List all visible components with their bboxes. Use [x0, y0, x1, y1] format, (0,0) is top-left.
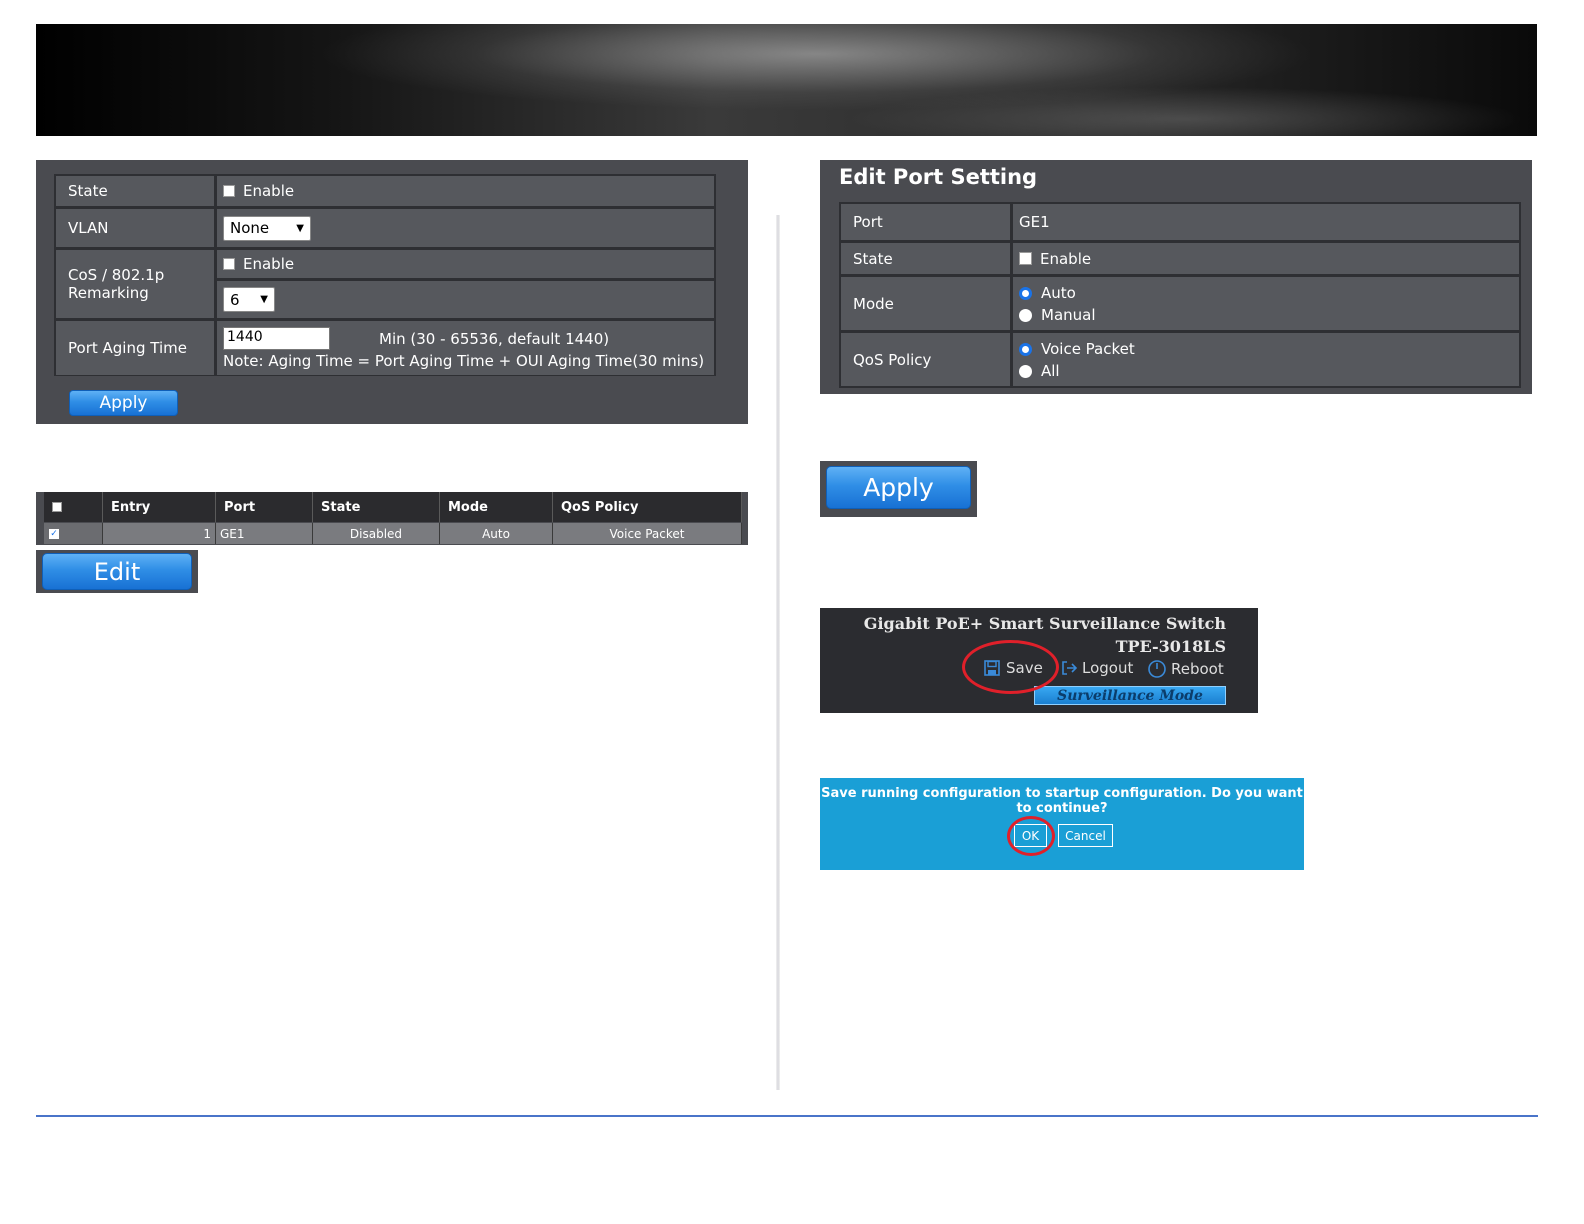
logout-icon [1062, 661, 1078, 675]
row-checkbox[interactable]: ✓ [49, 528, 59, 539]
footer-rule [36, 1115, 1538, 1117]
select-all-checkbox[interactable] [52, 502, 62, 512]
table-cell-qos: Voice Packet [553, 523, 742, 544]
confirm-message: Save running configuration to startup co… [820, 786, 1304, 816]
cos-label: CoS / 802.1p Remarking [55, 249, 215, 319]
state-label-2: State [840, 242, 1011, 275]
port-aging-note: Note: Aging Time = Port Aging Time + OUI… [223, 352, 705, 370]
state-enable-label-2: Enable [1040, 249, 1092, 268]
port-aging-range: Min (30 - 65536, default 1440) [379, 330, 610, 348]
vlan-select[interactable]: None ▼ [223, 215, 311, 241]
surveillance-mode-badge[interactable]: Surveillance Mode [1034, 686, 1226, 705]
table-cell-entry: 1 [103, 523, 216, 544]
ok-highlight-ring [1007, 816, 1055, 856]
vlan-field: None ▼ [216, 208, 715, 248]
cos-enable-checkbox[interactable] [223, 258, 235, 270]
port-list-table: Entry Port State Mode QoS Policy ✓ 1 GE1… [36, 492, 748, 545]
column-divider [776, 215, 780, 1090]
switch-header-snippet: Gigabit PoE+ Smart Surveillance Switch T… [820, 608, 1258, 713]
cancel-button[interactable]: Cancel [1058, 824, 1113, 847]
qos-policy-field: Voice Packet All [1012, 332, 1520, 387]
col-mode: Mode [440, 492, 553, 522]
mode-manual-option[interactable]: Manual [1019, 306, 1096, 324]
qos-voice-radio[interactable] [1019, 342, 1032, 356]
cos-value-field: 6 ▼ [216, 280, 715, 319]
qos-all-radio[interactable] [1019, 364, 1032, 378]
col-qos-policy: QoS Policy [553, 492, 742, 522]
logout-link[interactable]: Logout [1060, 659, 1133, 677]
state-enable-checkbox-2[interactable] [1019, 252, 1032, 265]
state-label: State [55, 175, 215, 207]
port-aging-input[interactable]: 1440 [223, 327, 330, 350]
edit-port-setting-panel: Edit Port Setting Port GE1 State Enable … [820, 160, 1532, 394]
reboot-link[interactable]: Reboot [1147, 659, 1224, 679]
row-select-cell: ✓ [44, 523, 103, 544]
select-all-header [44, 492, 103, 522]
port-aging-label: Port Aging Time [55, 320, 215, 376]
mode-auto-radio[interactable] [1019, 286, 1032, 300]
state-enable-checkbox[interactable] [223, 185, 235, 197]
cos-enable-label: Enable [243, 255, 295, 273]
cos-select[interactable]: 6 ▼ [223, 287, 275, 312]
table-cell-port: GE1 [216, 523, 313, 544]
cos-enable-field: Enable [216, 249, 715, 279]
mode-auto-option[interactable]: Auto [1019, 284, 1076, 302]
mode-manual-radio[interactable] [1019, 308, 1032, 322]
edit-button-frame: Edit [36, 550, 198, 593]
panel-title: Edit Port Setting [839, 165, 1038, 189]
model-name: TPE-3018LS [1115, 637, 1226, 656]
save-confirm-dialog: Save running configuration to startup co… [820, 778, 1304, 870]
state-enable-label: Enable [243, 182, 295, 200]
chevron-down-icon: ▼ [296, 222, 304, 234]
table-cell-state: Disabled [313, 523, 440, 544]
qos-voice-option[interactable]: Voice Packet [1019, 340, 1135, 358]
qos-policy-label: QoS Policy [840, 332, 1011, 387]
save-highlight-ring [962, 640, 1059, 694]
port-aging-field: 1440 Min (30 - 65536, default 1440) Note… [216, 320, 715, 376]
state-field: Enable [216, 175, 715, 207]
port-label: Port [840, 203, 1011, 241]
product-name: Gigabit PoE+ Smart Surveillance Switch [863, 614, 1226, 633]
apply-button-large-frame: Apply [820, 461, 977, 517]
state-field-2: Enable [1012, 242, 1520, 275]
mode-label: Mode [840, 276, 1011, 331]
voice-vlan-settings-panel: State Enable VLAN None ▼ CoS / 802.1p Re… [36, 160, 748, 424]
reboot-icon [1148, 660, 1166, 678]
apply-button[interactable]: Apply [69, 390, 178, 416]
vlan-label: VLAN [55, 208, 215, 248]
edit-button[interactable]: Edit [42, 553, 192, 590]
confirm-message-line2: to continue? [1016, 801, 1108, 816]
col-entry: Entry [103, 492, 216, 522]
col-state: State [313, 492, 440, 522]
confirm-message-line1: Save running configuration to startup co… [821, 786, 1303, 801]
apply-button-large[interactable]: Apply [826, 466, 971, 509]
qos-all-option[interactable]: All [1019, 362, 1060, 380]
chevron-down-icon: ▼ [260, 294, 268, 305]
col-port: Port [216, 492, 313, 522]
mode-field: Auto Manual [1012, 276, 1520, 331]
table-cell-mode: Auto [440, 523, 553, 544]
port-value: GE1 [1012, 203, 1520, 241]
header-banner [36, 24, 1537, 136]
